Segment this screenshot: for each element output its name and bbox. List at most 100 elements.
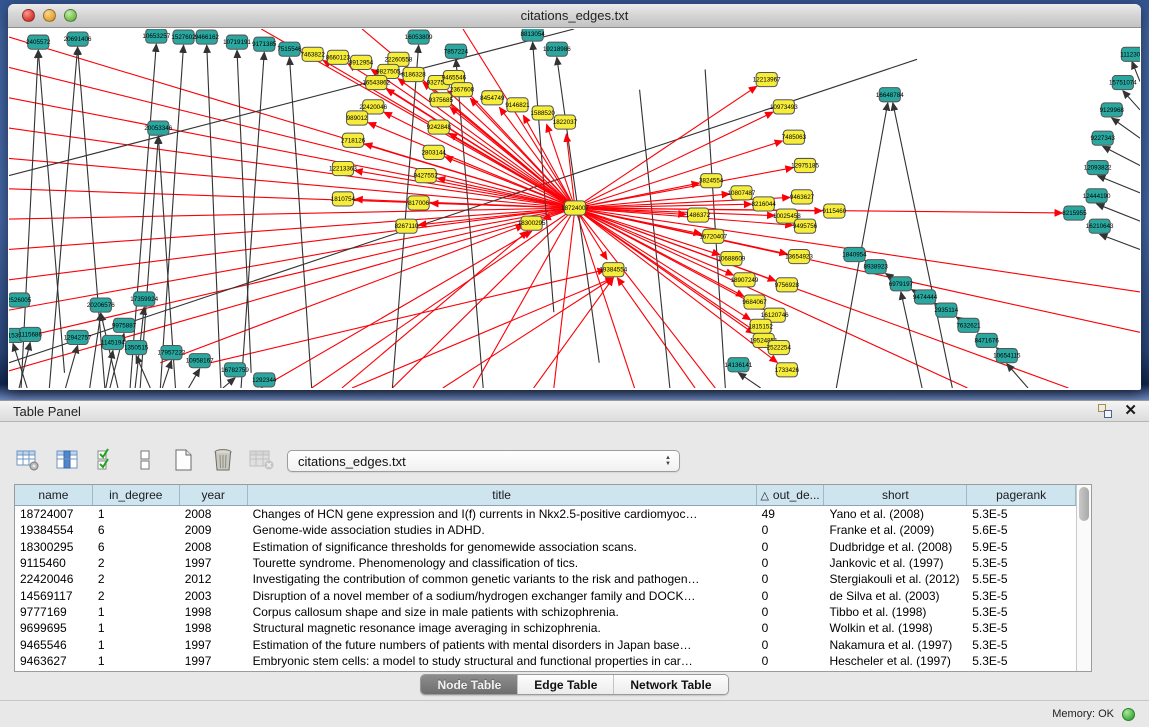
graph-edge[interactable] (312, 208, 575, 388)
window-titlebar[interactable]: citations_edges.txt (8, 4, 1141, 28)
clear-selection-icon[interactable] (131, 447, 159, 473)
graph-node[interactable]: 18907249 (731, 273, 759, 287)
graph-node[interactable]: 1112304 (1120, 47, 1140, 61)
graph-edge[interactable] (705, 69, 725, 388)
scrollbar-thumb[interactable] (1079, 487, 1089, 521)
graph-node[interactable]: 2367608 (450, 83, 475, 97)
graph-node[interactable]: 7463822 (301, 47, 326, 61)
cell-pagerank[interactable]: 5.9E-5 (967, 539, 1076, 555)
graph-edge[interactable] (90, 313, 101, 388)
graph-edge[interactable] (533, 42, 554, 312)
new-document-icon[interactable] (170, 447, 198, 473)
graph-node[interactable]: 8660123 (326, 50, 351, 64)
cell-year[interactable]: 1997 (180, 555, 248, 571)
cell-short[interactable]: de Silva et al. (2003) (824, 587, 967, 603)
cell-title[interactable]: Embryonic stem cells: a model to study s… (248, 653, 757, 669)
graph-node[interactable]: 8938923 (864, 260, 889, 274)
cell-out-de[interactable]: 0 (757, 636, 825, 652)
graph-node[interactable]: 14136141 (725, 358, 753, 372)
cell-in-degree[interactable]: 1 (93, 620, 180, 636)
cell-title[interactable]: Genome-wide association studies in ADHD. (248, 522, 757, 538)
cell-out-de[interactable]: 0 (757, 653, 825, 669)
graph-node[interactable]: 8267110 (395, 219, 419, 233)
cell-year[interactable]: 1997 (180, 653, 248, 669)
cell-pagerank[interactable]: 5.3E-5 (967, 653, 1076, 669)
graph-edge[interactable] (893, 103, 953, 388)
graph-node[interactable]: 1527602 (171, 30, 196, 44)
graph-node[interactable]: 2405572 (26, 35, 51, 49)
cell-in-degree[interactable]: 2 (93, 571, 180, 587)
graph-node[interactable]: 8216044 (752, 197, 777, 211)
graph-node[interactable]: 9427552 (414, 169, 439, 183)
graph-edge[interactable] (575, 208, 967, 388)
cell-pagerank[interactable]: 5.3E-5 (967, 620, 1076, 636)
graph-edge[interactable] (738, 373, 760, 388)
graph-edge[interactable] (1007, 364, 1028, 388)
graph-node[interactable]: 7485063 (782, 130, 807, 144)
graph-edge[interactable] (65, 346, 77, 388)
network-view-window[interactable]: citations_edges.txt 18724007183002951938… (8, 4, 1141, 390)
graph-node[interactable]: 9242848 (427, 120, 452, 134)
cell-title[interactable]: Tourette syndrome. Phenomenology and cla… (248, 555, 757, 571)
float-panel-icon[interactable] (1098, 404, 1112, 418)
table-row[interactable]: 946362711997Embryonic stem cells: a mode… (15, 653, 1076, 669)
column-header-in-degree[interactable]: in_degree (93, 485, 180, 505)
graph-node[interactable]: 1115686 (18, 327, 42, 341)
graph-edge[interactable] (901, 292, 922, 388)
graph-node[interactable]: 7632621 (956, 318, 981, 332)
cell-year[interactable]: 2012 (180, 571, 248, 587)
cell-out-de[interactable]: 0 (757, 620, 825, 636)
graph-node[interactable]: 2526005 (9, 293, 32, 307)
graph-node[interactable]: 16543862 (362, 76, 390, 90)
graph-edge[interactable] (9, 208, 575, 371)
cell-pagerank[interactable]: 5.3E-5 (967, 636, 1076, 652)
graph-node[interactable]: 8912954 (349, 55, 374, 69)
cell-title[interactable]: Investigating the contribution of common… (248, 571, 757, 587)
cell-in-degree[interactable]: 1 (93, 604, 180, 620)
cell-out-de[interactable]: 0 (757, 522, 825, 538)
network-view[interactable]: 1872400718300295193845547463822866012389… (9, 29, 1140, 388)
graph-edge[interactable] (1112, 118, 1140, 138)
graph-edge[interactable] (9, 208, 575, 340)
cell-name[interactable]: 9465546 (15, 636, 93, 652)
cell-short[interactable]: Nakamura et al. (1997) (824, 636, 967, 652)
cell-name[interactable]: 9699695 (15, 620, 93, 636)
graph-node[interactable]: 9495756 (793, 219, 818, 233)
graph-node[interactable]: 817006 (408, 196, 430, 210)
graph-edge[interactable] (473, 208, 575, 388)
graph-node[interactable]: 13654923 (785, 249, 813, 263)
graph-node[interactable]: 20053346 (144, 121, 172, 135)
table-row[interactable]: 1830029562008Estimation of significance … (15, 539, 1076, 555)
cell-pagerank[interactable]: 5.3E-5 (967, 604, 1076, 620)
cell-year[interactable]: 2009 (180, 522, 248, 538)
cell-short[interactable]: Jankovic et al. (1997) (824, 555, 967, 571)
table-row[interactable]: 1456911722003Disruption of a novel membe… (15, 587, 1076, 603)
graph-node[interactable]: 8454749 (480, 91, 505, 105)
cell-year[interactable]: 1998 (180, 604, 248, 620)
cell-pagerank[interactable]: 5.6E-5 (967, 522, 1076, 538)
minimize-window-button[interactable] (43, 9, 56, 22)
graph-edge[interactable] (342, 231, 528, 388)
graph-node[interactable]: 9975887 (112, 318, 137, 332)
cell-out-de[interactable]: 49 (757, 506, 825, 522)
table-row[interactable]: 946554611997Estimation of the future num… (15, 636, 1076, 652)
graph-node[interactable]: 9227343 (1091, 131, 1116, 145)
graph-node[interactable]: 8186328 (401, 67, 426, 81)
cell-short[interactable]: Dudbridge et al. (2008) (824, 539, 967, 555)
graph-edge[interactable] (189, 369, 200, 388)
graph-node[interactable]: 12093822 (1084, 160, 1112, 174)
cell-out-de[interactable]: 0 (757, 539, 825, 555)
table-row[interactable]: 1872400712008Changes of HCN gene express… (15, 506, 1076, 522)
graph-node[interactable]: 7515546 (277, 42, 302, 56)
cell-year[interactable]: 2008 (180, 539, 248, 555)
graph-node[interactable]: 1292344 (252, 373, 277, 387)
table-row[interactable]: 2242004622012Investigating the contribut… (15, 571, 1076, 587)
select-columns-icon[interactable] (53, 447, 81, 473)
cell-short[interactable]: Wolkin et al. (1998) (824, 620, 967, 636)
graph-node[interactable]: 9684067 (742, 295, 767, 309)
graph-node[interactable]: 1588520 (531, 106, 556, 120)
graph-edge[interactable] (136, 356, 150, 388)
graph-node[interactable]: 9171385 (252, 37, 277, 51)
cell-short[interactable]: Franke et al. (2009) (824, 522, 967, 538)
table-row[interactable]: 969969511998Structural magnetic resonanc… (15, 620, 1076, 636)
